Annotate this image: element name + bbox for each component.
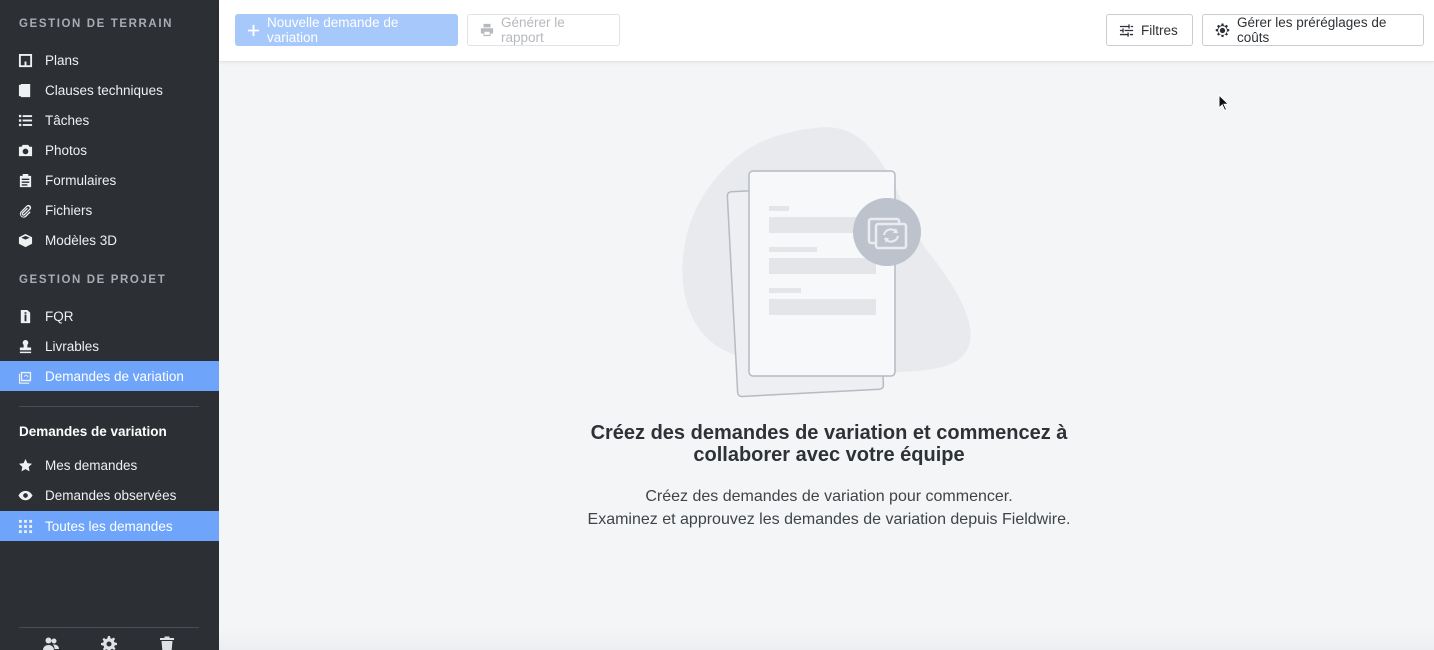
trash-icon[interactable] [159, 636, 175, 650]
mouse-cursor-icon [1218, 94, 1230, 112]
nav-label: Demandes de variation [45, 368, 184, 384]
nav-item-specs[interactable]: Clauses techniques [0, 75, 219, 105]
sidebar: GESTION DE TERRAIN Plans Clauses techniq… [0, 0, 219, 650]
sub-section-title: Demandes de variation [19, 424, 167, 439]
nav-item-change-orders[interactable]: Demandes de variation [0, 361, 219, 391]
new-change-order-label: Nouvelle demande de variation [267, 15, 399, 45]
paperclip-icon [18, 203, 33, 218]
empty-state-title-line2: collaborer avec votre équipe [693, 444, 965, 466]
empty-state-desc-line1: Créez des demandes de variation pour com… [645, 488, 1013, 505]
empty-state-desc-line2: Examinez et approuvez les demandes de va… [587, 511, 1071, 528]
plus-icon [247, 24, 260, 37]
gear-icon [1215, 22, 1230, 38]
nav-label: Toutes les demandes [45, 518, 173, 534]
new-change-order-button[interactable]: Nouvelle demande de variation [235, 14, 458, 46]
nav-label: Formulaires [45, 172, 117, 188]
generate-report-label: Générer le rapport [501, 15, 565, 45]
toolbar: Nouvelle demande de variation Générer le… [219, 0, 1434, 62]
camera-icon [18, 143, 33, 158]
sliders-icon [1119, 23, 1134, 38]
grid-icon [18, 519, 33, 534]
project-section-title: GESTION DE PROJET [19, 274, 167, 286]
sidebar-footer [0, 636, 219, 650]
nav-label: Fichiers [45, 202, 93, 218]
nav-item-plans[interactable]: Plans [0, 45, 219, 75]
nav-label: Modèles 3D [45, 232, 118, 248]
nav-label: Clauses techniques [45, 82, 163, 98]
manage-cost-presets-label: Gérer les préréglages de coûts [1237, 15, 1387, 45]
users-icon[interactable] [43, 636, 59, 650]
change-order-icon [18, 369, 33, 384]
nav-label: Livrables [45, 338, 100, 354]
empty-state-title-line1: Créez des demandes de variation et comme… [590, 422, 1068, 444]
manage-cost-presets-button[interactable]: Gérer les préréglages de coûts [1202, 14, 1424, 46]
generate-report-button[interactable]: Générer le rapport [467, 14, 620, 46]
info-doc-icon [18, 309, 33, 324]
nav-item-3d-models[interactable]: Modèles 3D [0, 225, 219, 255]
list-icon [18, 113, 33, 128]
nav-item-files[interactable]: Fichiers [0, 195, 219, 225]
nav-label: Mes demandes [45, 457, 138, 473]
sidebar-divider [19, 406, 199, 407]
filters-button[interactable]: Filtres [1106, 14, 1193, 46]
plans-icon [18, 53, 33, 68]
nav-item-rfi[interactable]: FQR [0, 301, 219, 331]
nav-item-watched[interactable]: Demandes observées [0, 480, 219, 510]
gear-icon[interactable] [101, 636, 117, 650]
specs-icon [18, 83, 33, 98]
cube-icon [18, 233, 33, 248]
empty-state-title: Créez des demandes de variation et comme… [560, 422, 1098, 466]
stamp-icon [18, 339, 33, 354]
star-icon [18, 458, 33, 473]
filters-label: Filtres [1141, 22, 1178, 38]
nav-label: Photos [45, 142, 88, 158]
sidebar-bottom-divider [19, 627, 199, 628]
nav-label: FQR [45, 308, 74, 324]
nav-item-submittals[interactable]: Livrables [0, 331, 219, 361]
content-bottom-edge [219, 628, 1434, 650]
nav-item-photos[interactable]: Photos [0, 135, 219, 165]
printer-icon [480, 23, 494, 37]
nav-label: Tâches [45, 112, 90, 128]
nav-label: Demandes observées [45, 487, 177, 503]
empty-state-illustration [682, 127, 971, 398]
nav-label: Plans [45, 52, 79, 68]
field-section-title: GESTION DE TERRAIN [19, 18, 174, 30]
clipboard-icon [18, 173, 33, 188]
nav-item-tasks[interactable]: Tâches [0, 105, 219, 135]
empty-state-description: Créez des demandes de variation pour com… [520, 485, 1138, 531]
eye-icon [18, 488, 33, 503]
nav-item-all-requests[interactable]: Toutes les demandes [0, 511, 219, 541]
nav-item-forms[interactable]: Formulaires [0, 165, 219, 195]
nav-item-my-requests[interactable]: Mes demandes [0, 450, 219, 480]
